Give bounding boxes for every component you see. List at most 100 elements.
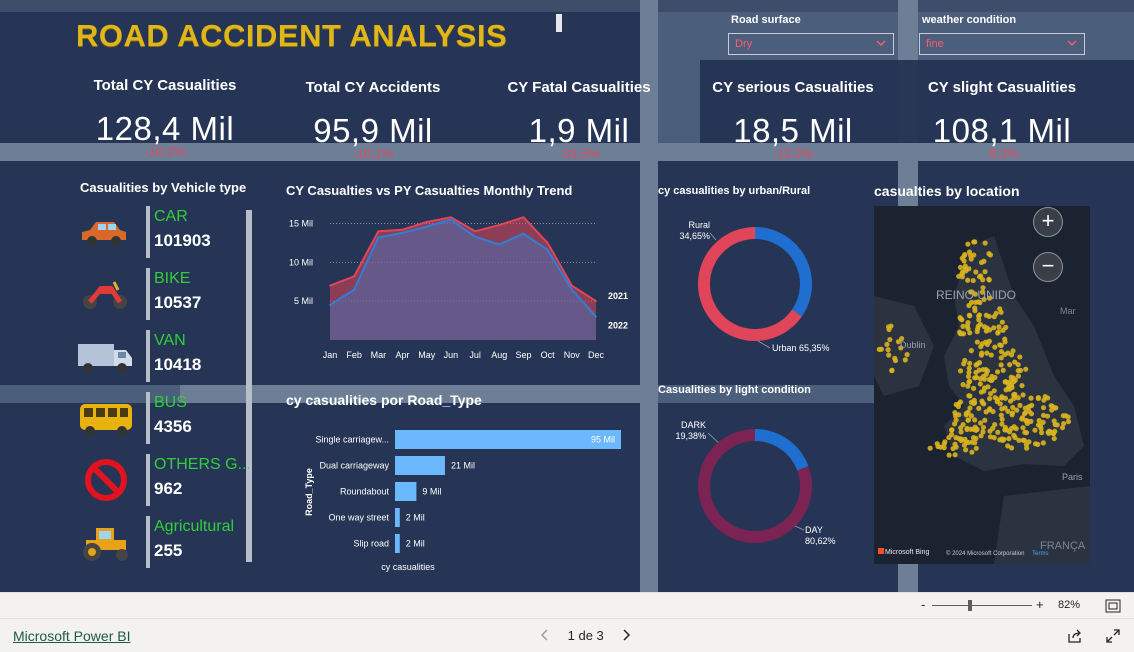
- kpi-title: CY slight Casualities: [927, 79, 1077, 96]
- light-condition-donut[interactable]: DARK19,38% DAY80,62%: [658, 400, 898, 580]
- location-dot: [960, 382, 966, 388]
- location-dot: [949, 427, 955, 433]
- location-dot: [970, 385, 977, 391]
- vehicle-row-agricultural[interactable]: Agricultural 255: [76, 516, 251, 568]
- vehicle-row-bus[interactable]: BUS 4356: [76, 392, 251, 444]
- bar: [395, 456, 445, 475]
- monthly-trend-chart[interactable]: 5 Mil 10 Mil 15 Mil Jan Feb Mar Apr May Jun Jul Au…: [280, 200, 640, 370]
- location-dot: [1040, 440, 1046, 446]
- location-dot: [967, 393, 973, 399]
- data-point: [450, 218, 452, 221]
- zoom-bar: - + 82%: [0, 592, 1134, 618]
- location-dot: [960, 269, 966, 275]
- leader-line: [757, 340, 771, 349]
- share-icon[interactable]: [1067, 629, 1083, 643]
- location-dot: [957, 329, 963, 335]
- vehicle-row-others[interactable]: OTHERS G... 962: [76, 454, 251, 506]
- data-point: [329, 284, 331, 287]
- location-dot: [980, 424, 987, 431]
- location-dot: [965, 241, 971, 247]
- location-dot: [992, 344, 998, 350]
- location-map[interactable]: REINO UNIDO Dublin Mar Paris FRANÇA + − …: [874, 206, 1090, 564]
- data-label: 9 Mil: [422, 487, 441, 497]
- series-label: 2021: [608, 291, 628, 301]
- vehicle-row-bike[interactable]: BIKE 10537: [76, 268, 251, 320]
- location-dot: [973, 445, 979, 451]
- data-point: [329, 304, 331, 306]
- location-dot: [957, 368, 964, 374]
- vehicle-bar: [146, 516, 150, 568]
- kpi-value: 128,4 Mil: [95, 110, 235, 147]
- location-dot: [961, 361, 967, 367]
- location-dot: [958, 436, 964, 442]
- location-dot: [1009, 410, 1016, 416]
- car-icon: [82, 222, 126, 246]
- y-tick-label: 15 Mil: [289, 219, 313, 229]
- zoom-in-button[interactable]: +: [1036, 597, 1044, 612]
- location-dot: [1016, 437, 1022, 443]
- map-zoom-out-button[interactable]: −: [1033, 252, 1063, 282]
- location-dot: [996, 324, 1002, 330]
- location-dot: [1053, 405, 1059, 411]
- powerbi-link[interactable]: Microsoft Power BI: [13, 628, 130, 644]
- location-dot: [927, 445, 933, 451]
- slice-dark: [755, 429, 809, 471]
- vehicle-bar: [146, 330, 150, 382]
- location-dot: [968, 413, 975, 419]
- road-type-chart[interactable]: Road_Type Single carriagew... 95 Mil Dual c…: [280, 420, 640, 580]
- location-dot: [1044, 413, 1051, 419]
- location-dot: [974, 339, 980, 345]
- weather-dropdown[interactable]: fine: [919, 33, 1085, 55]
- vehicle-name: BUS: [154, 394, 187, 411]
- location-dot: [976, 405, 982, 411]
- location-dot: [1040, 405, 1047, 411]
- map-label-sea: Mar: [1060, 306, 1076, 316]
- location-dot: [934, 441, 940, 447]
- location-dot: [1015, 373, 1022, 379]
- x-tick-label: Jun: [444, 350, 459, 360]
- location-dot: [983, 312, 989, 318]
- prohibited-icon: [85, 459, 127, 501]
- prev-page-icon[interactable]: [540, 629, 550, 641]
- location-dot: [980, 366, 986, 373]
- map-zoom-in-button[interactable]: +: [1033, 207, 1063, 237]
- location-dot: [970, 277, 976, 284]
- zoom-out-button[interactable]: -: [921, 597, 925, 612]
- data-label: 2 Mil: [406, 513, 425, 523]
- location-dot: [971, 239, 977, 245]
- vehicle-row-van[interactable]: VAN 10418: [76, 330, 251, 382]
- location-dot: [1015, 395, 1021, 401]
- vehicle-row-car[interactable]: CAR 101903: [76, 206, 251, 258]
- vehicle-divider: [246, 210, 252, 562]
- next-page-icon[interactable]: [621, 629, 631, 641]
- location-dot: [958, 429, 964, 435]
- location-dot: [885, 347, 891, 353]
- location-dot: [997, 306, 1003, 312]
- monthly-trend-title: CY Casualties vs PY Casualties Monthly T…: [286, 183, 573, 198]
- slice-name: Rural: [688, 220, 710, 230]
- slice-name: DAY: [805, 525, 823, 535]
- fit-page-icon[interactable]: [1105, 599, 1121, 613]
- data-point: [571, 288, 573, 291]
- kpi-value: 108,1 Mil: [932, 112, 1072, 149]
- data-point: [546, 249, 549, 251]
- location-dot: [966, 302, 972, 309]
- location-dot: [991, 388, 997, 394]
- zoom-slider[interactable]: [932, 600, 1032, 611]
- x-tick-label: Mar: [371, 350, 387, 360]
- map-terms-link[interactable]: Terms: [1032, 551, 1048, 557]
- location-dot: [987, 327, 993, 333]
- location-dot: [953, 417, 959, 423]
- slice-name: DARK: [681, 420, 706, 430]
- location-dot: [887, 336, 893, 343]
- location-dot: [980, 429, 986, 435]
- location-dot: [1013, 426, 1019, 432]
- bar: [395, 482, 417, 501]
- fullscreen-icon[interactable]: [1106, 629, 1120, 643]
- location-dot: [979, 350, 985, 356]
- urban-rural-donut[interactable]: Rural34,65% Urban 65,35%: [658, 200, 898, 380]
- road-surface-dropdown[interactable]: Dry: [728, 33, 894, 55]
- kpi-value: 1,9 Mil: [528, 112, 630, 149]
- location-dot: [956, 412, 962, 418]
- zoom-slider-handle[interactable]: [968, 600, 972, 611]
